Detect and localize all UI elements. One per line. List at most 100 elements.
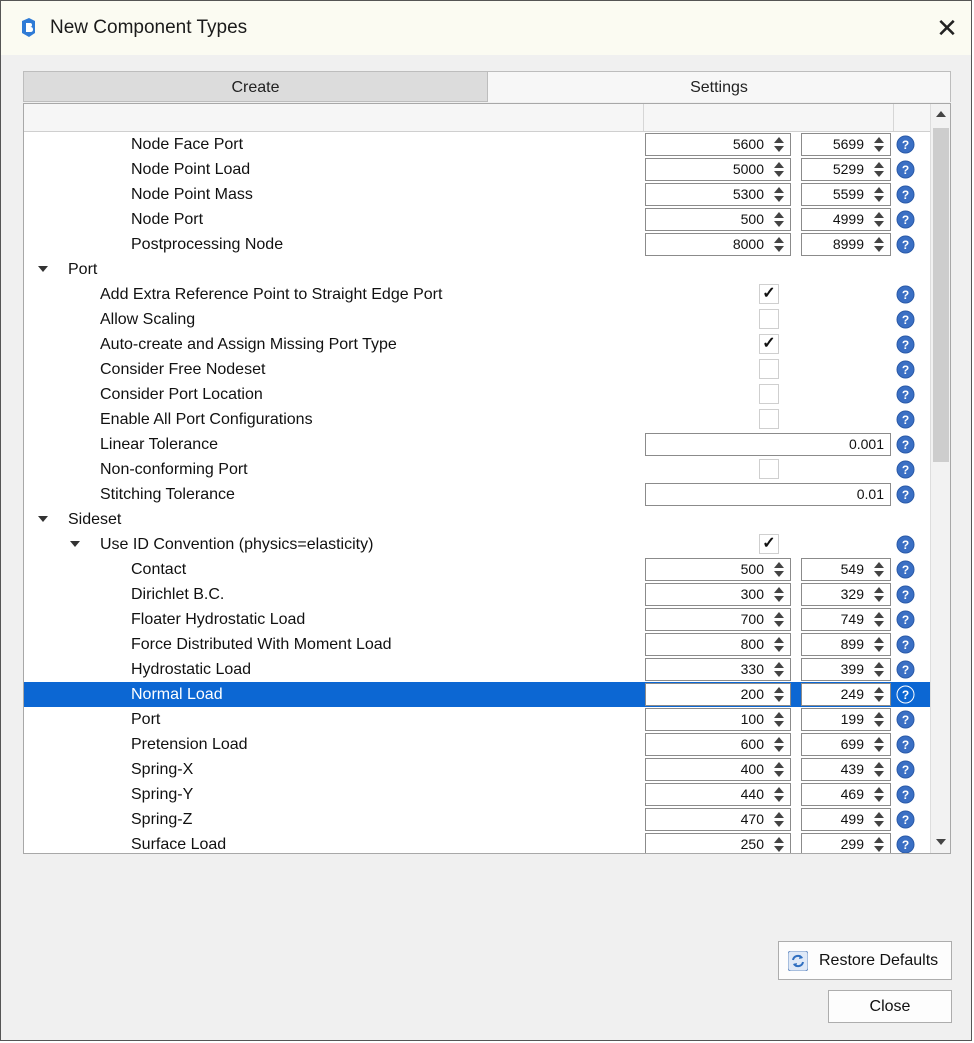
spin-arrows-icon[interactable]	[768, 784, 790, 805]
scroll-up-icon[interactable]	[936, 111, 946, 117]
tree-row[interactable]: Stitching Tolerance 0.01?	[24, 482, 930, 507]
spin-arrows-icon[interactable]	[768, 609, 790, 630]
spin-arrows-icon[interactable]	[868, 659, 890, 680]
range-start-spinbox[interactable]: 440	[645, 783, 791, 806]
tree-row[interactable]: Sideset	[24, 507, 930, 532]
range-start-spinbox[interactable]: 5000	[645, 158, 791, 181]
range-start-spinbox[interactable]: 300	[645, 583, 791, 606]
range-start-spinbox[interactable]: 100	[645, 708, 791, 731]
spin-arrows-icon[interactable]	[868, 634, 890, 655]
tree-row[interactable]: Dirichlet B.C. 300 329?	[24, 582, 930, 607]
tree-row[interactable]: Surface Load 250 299?	[24, 832, 930, 853]
scroll-down-icon[interactable]	[936, 839, 946, 845]
spin-arrows-icon[interactable]	[768, 234, 790, 255]
tree-row[interactable]: Floater Hydrostatic Load 700 749?	[24, 607, 930, 632]
range-start-spinbox[interactable]: 5300	[645, 183, 791, 206]
spin-arrows-icon[interactable]	[868, 684, 890, 705]
spin-arrows-icon[interactable]	[768, 134, 790, 155]
spin-arrows-icon[interactable]	[868, 134, 890, 155]
range-end-spinbox[interactable]: 329	[801, 583, 891, 606]
tree-row[interactable]: Hydrostatic Load 330 399?	[24, 657, 930, 682]
range-start-spinbox[interactable]: 200	[645, 683, 791, 706]
range-end-spinbox[interactable]: 299	[801, 833, 891, 853]
spin-arrows-icon[interactable]	[868, 584, 890, 605]
spin-arrows-icon[interactable]	[868, 734, 890, 755]
tree-row[interactable]: Port	[24, 257, 930, 282]
tree-row[interactable]: Use ID Convention (physics=elasticity) ✓?	[24, 532, 930, 557]
range-start-spinbox[interactable]: 8000	[645, 233, 791, 256]
spin-arrows-icon[interactable]	[868, 709, 890, 730]
vertical-scrollbar[interactable]	[930, 104, 950, 853]
tree-row[interactable]: Allow Scaling?	[24, 307, 930, 332]
tree-row[interactable]: Spring-Z 470 499?	[24, 807, 930, 832]
tree-row[interactable]: Add Extra Reference Point to Straight Ed…	[24, 282, 930, 307]
range-end-spinbox[interactable]: 499	[801, 808, 891, 831]
range-start-spinbox[interactable]: 700	[645, 608, 791, 631]
tab-create[interactable]: Create	[23, 71, 487, 102]
tolerance-field[interactable]: 0.01	[645, 483, 891, 506]
tree-row[interactable]: Linear Tolerance 0.001?	[24, 432, 930, 457]
range-end-spinbox[interactable]: 199	[801, 708, 891, 731]
setting-checkbox[interactable]: ✓	[759, 284, 779, 304]
spin-arrows-icon[interactable]	[768, 159, 790, 180]
spin-arrows-icon[interactable]	[768, 709, 790, 730]
range-start-spinbox[interactable]: 800	[645, 633, 791, 656]
scroll-thumb[interactable]	[933, 128, 949, 462]
tree-row[interactable]: Consider Port Location?	[24, 382, 930, 407]
setting-checkbox[interactable]	[759, 384, 779, 404]
tree-row[interactable]: Port 100 199?	[24, 707, 930, 732]
expand-arrow-icon[interactable]	[38, 516, 48, 522]
tree-row[interactable]: Force Distributed With Moment Load 800 899…	[24, 632, 930, 657]
spin-arrows-icon[interactable]	[768, 834, 790, 853]
setting-checkbox[interactable]	[759, 309, 779, 329]
spin-arrows-icon[interactable]	[868, 759, 890, 780]
setting-checkbox[interactable]	[759, 459, 779, 479]
range-start-spinbox[interactable]: 600	[645, 733, 791, 756]
tree-row[interactable]: Node Point Mass 5300 5599?	[24, 182, 930, 207]
spin-arrows-icon[interactable]	[868, 834, 890, 853]
setting-checkbox[interactable]	[759, 409, 779, 429]
range-start-spinbox[interactable]: 330	[645, 658, 791, 681]
range-end-spinbox[interactable]: 8999	[801, 233, 891, 256]
close-button[interactable]: Close	[828, 990, 952, 1023]
tree-row[interactable]: Postprocessing Node 8000 8999?	[24, 232, 930, 257]
tree-row[interactable]: Node Point Load 5000 5299?	[24, 157, 930, 182]
range-end-spinbox[interactable]: 549	[801, 558, 891, 581]
range-end-spinbox[interactable]: 899	[801, 633, 891, 656]
spin-arrows-icon[interactable]	[868, 234, 890, 255]
tree-row[interactable]: Normal Load 200 249?	[24, 682, 930, 707]
spin-arrows-icon[interactable]	[768, 684, 790, 705]
setting-checkbox[interactable]: ✓	[759, 534, 779, 554]
spin-arrows-icon[interactable]	[768, 734, 790, 755]
range-end-spinbox[interactable]: 5299	[801, 158, 891, 181]
spin-arrows-icon[interactable]	[868, 184, 890, 205]
range-end-spinbox[interactable]: 5699	[801, 133, 891, 156]
tree-row[interactable]: Contact 500 549?	[24, 557, 930, 582]
spin-arrows-icon[interactable]	[768, 659, 790, 680]
tree-row[interactable]: Non-conforming Port?	[24, 457, 930, 482]
spin-arrows-icon[interactable]	[768, 184, 790, 205]
spin-arrows-icon[interactable]	[768, 559, 790, 580]
spin-arrows-icon[interactable]	[868, 609, 890, 630]
spin-arrows-icon[interactable]	[768, 584, 790, 605]
range-end-spinbox[interactable]: 439	[801, 758, 891, 781]
spin-arrows-icon[interactable]	[768, 634, 790, 655]
range-start-spinbox[interactable]: 5600	[645, 133, 791, 156]
range-start-spinbox[interactable]: 470	[645, 808, 791, 831]
tab-settings[interactable]: Settings	[487, 71, 951, 102]
setting-checkbox[interactable]	[759, 359, 779, 379]
spin-arrows-icon[interactable]	[768, 759, 790, 780]
range-start-spinbox[interactable]: 250	[645, 833, 791, 853]
expand-arrow-icon[interactable]	[38, 266, 48, 272]
range-end-spinbox[interactable]: 249	[801, 683, 891, 706]
tolerance-field[interactable]: 0.001	[645, 433, 891, 456]
close-window-button[interactable]: ✕	[931, 13, 963, 43]
restore-defaults-button[interactable]: Restore Defaults	[778, 941, 952, 980]
tree-row[interactable]: Node Face Port 5600 5699?	[24, 132, 930, 157]
range-start-spinbox[interactable]: 400	[645, 758, 791, 781]
spin-arrows-icon[interactable]	[868, 209, 890, 230]
range-start-spinbox[interactable]: 500	[645, 208, 791, 231]
range-end-spinbox[interactable]: 5599	[801, 183, 891, 206]
spin-arrows-icon[interactable]	[868, 559, 890, 580]
range-start-spinbox[interactable]: 500	[645, 558, 791, 581]
